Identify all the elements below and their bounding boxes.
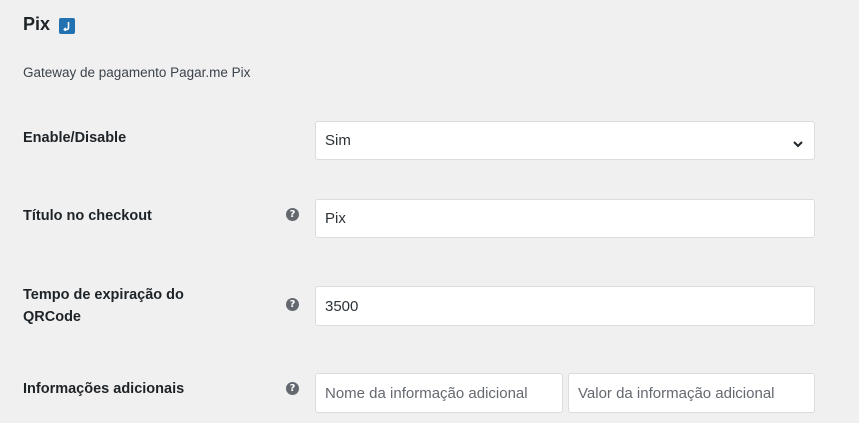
help-icon[interactable]: ?	[286, 298, 299, 311]
return-arrow-icon[interactable]	[59, 17, 76, 34]
additional-info-name-input[interactable]	[315, 373, 563, 413]
chevron-down-icon	[793, 136, 803, 147]
qrcode-expiration-label-line2: QRCode	[23, 309, 81, 325]
checkout-title-input[interactable]	[315, 199, 815, 238]
enable-disable-label: Enable/Disable	[23, 130, 127, 146]
checkout-title-label: Título no checkout	[23, 208, 152, 224]
help-icon[interactable]: ?	[286, 382, 299, 395]
qrcode-expiration-input[interactable]	[315, 286, 815, 326]
additional-info-label: Informações adicionais	[23, 381, 185, 397]
gateway-description: Gateway de pagamento Pagar.me Pix	[23, 65, 251, 80]
help-icon[interactable]: ?	[286, 208, 299, 221]
enable-disable-select[interactable]: Sim	[315, 121, 815, 160]
qrcode-expiration-label: Tempo de expiração do QRCode	[23, 284, 253, 328]
additional-info-value-input[interactable]	[568, 373, 815, 413]
page-title: Pix	[23, 14, 51, 34]
page-header: Pix	[23, 14, 76, 35]
enable-disable-value: Sim	[325, 132, 351, 149]
qrcode-expiration-label-line1: Tempo de expiração do	[23, 287, 184, 303]
